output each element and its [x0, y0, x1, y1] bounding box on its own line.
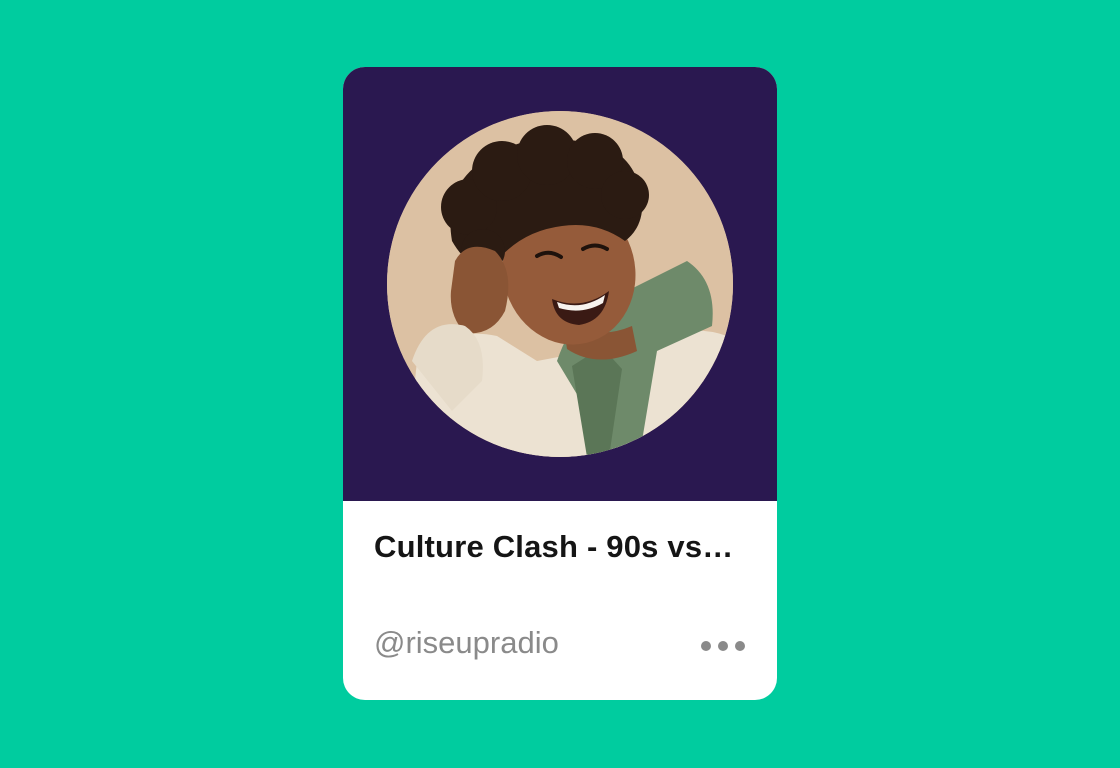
smiling-person-illustration: [387, 111, 733, 457]
more-horizontal-icon: [718, 641, 728, 651]
more-horizontal-icon: [735, 641, 745, 651]
card-info: Culture Clash - 90s vs… @riseupradio: [343, 501, 777, 700]
channel-handle-link[interactable]: @riseupradio: [374, 625, 559, 661]
episode-card[interactable]: Culture Clash - 90s vs… @riseupradio: [343, 67, 777, 700]
host-avatar-photo: [387, 111, 733, 457]
card-artwork[interactable]: [343, 67, 777, 501]
more-horizontal-icon: [701, 641, 711, 651]
episode-title[interactable]: Culture Clash - 90s vs…: [374, 529, 746, 565]
more-options-button[interactable]: [701, 635, 745, 657]
